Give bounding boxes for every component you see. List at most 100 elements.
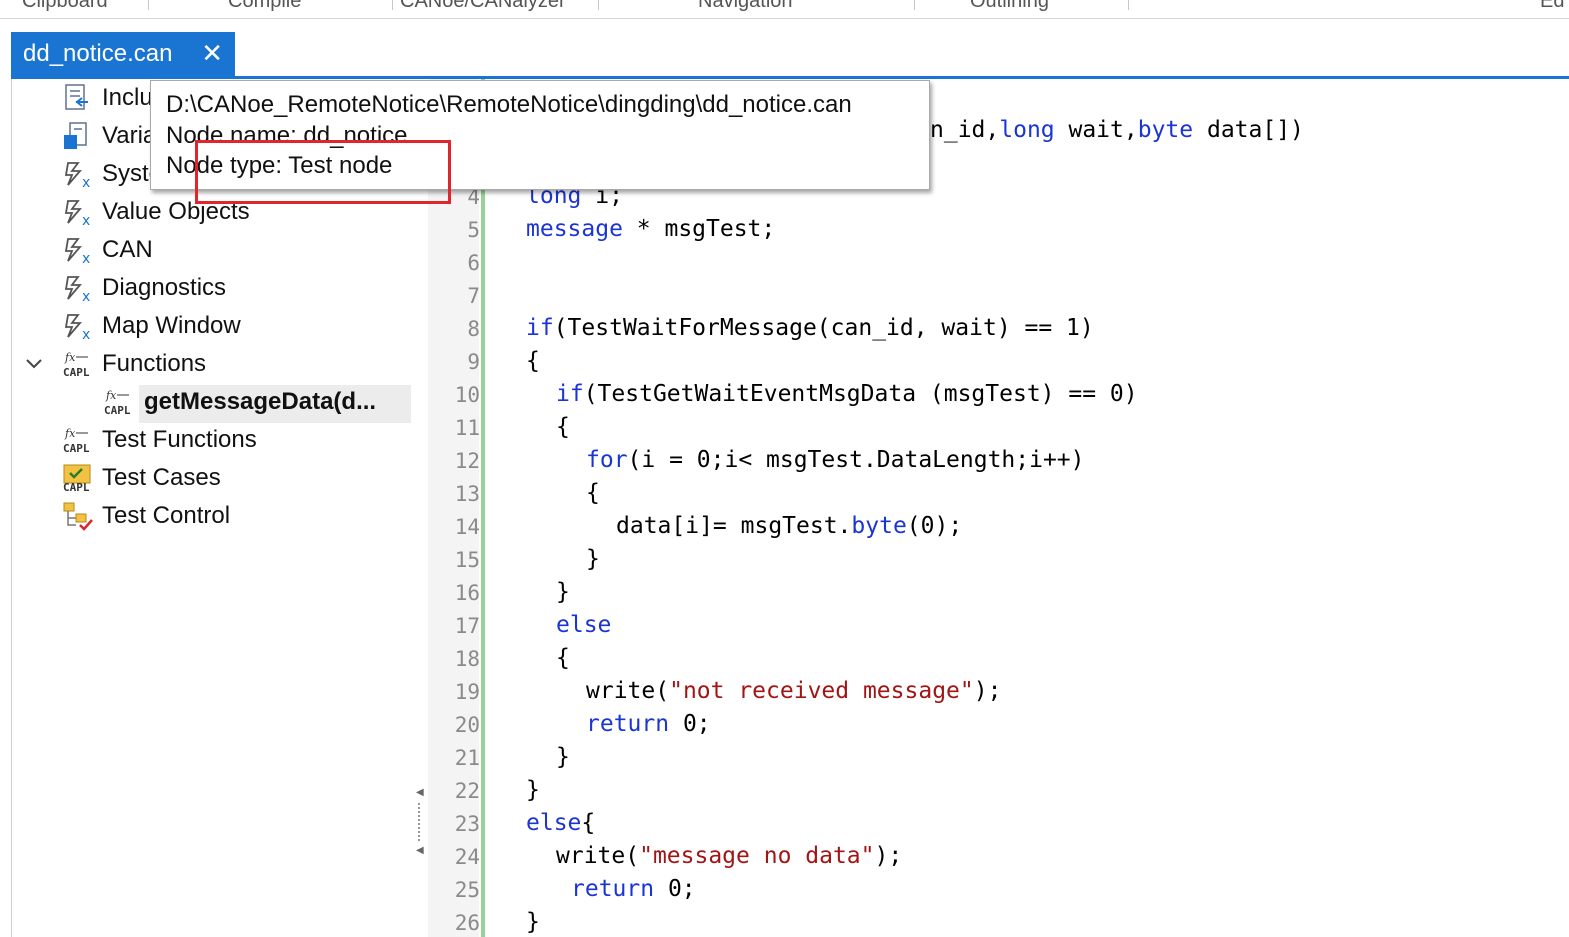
code-text: (TestGetWaitEventMsgData (msgTest) == 0) [583, 381, 1138, 407]
code-keyword: else [556, 612, 612, 638]
collapse-arrow-icon[interactable]: ◀ [416, 845, 424, 856]
line-number: 19 [454, 680, 480, 704]
svg-text:x: x [82, 327, 90, 341]
code-keyword: if [556, 381, 584, 407]
tree-item-label: getMessageData(d... [144, 388, 377, 415]
tree-item-label: Inclu [102, 84, 153, 111]
includes-icon [62, 83, 96, 115]
diagnostics-icon: x [62, 273, 96, 305]
code-text: 0; [669, 711, 711, 737]
close-icon[interactable]: ✕ [201, 40, 223, 66]
ribbon-separator [914, 0, 915, 10]
tree-item-label: Test Control [102, 502, 231, 529]
svg-text:CAPL: CAPL [63, 481, 90, 493]
code-keyword: if [526, 315, 554, 341]
code-text: (0); [906, 513, 963, 539]
code-text: data[i]= msgTest. [616, 513, 852, 539]
svg-text:CAPL: CAPL [104, 404, 131, 417]
test-control-icon [62, 501, 96, 533]
line-number: 22 [454, 779, 480, 803]
ribbon-separator [1128, 0, 1129, 10]
code-string: "not received message" [669, 678, 974, 704]
line-number: 21 [454, 746, 480, 770]
code-text: (TestWaitForMessage(can_id, wait) == 1) [553, 315, 1094, 341]
code-text: } [556, 579, 570, 605]
code-text: { [526, 348, 540, 374]
code-text: } [556, 744, 570, 770]
tree-item-label: Varia [102, 122, 157, 149]
svg-text:CAPL: CAPL [63, 366, 90, 379]
ribbon-group-compile[interactable]: Compile [228, 0, 301, 13]
document-tab[interactable]: dd_notice.can ✕ [11, 32, 235, 76]
code-line: if(TestWaitForMessage(can_id, wait) == 1… [526, 315, 1094, 341]
svg-text:x: x [82, 175, 90, 189]
outline-tree-panel: Inclu Varia x Syste x Value Objects x CA… [11, 79, 413, 937]
ribbon-group-outlining[interactable]: Outlining [970, 0, 1049, 13]
line-number: 6 [467, 251, 480, 275]
line-number: 9 [467, 350, 480, 374]
system-icon: x [62, 159, 96, 191]
line-number: 8 [467, 317, 480, 341]
code-keyword: byte [851, 513, 907, 539]
line-number: 16 [454, 581, 480, 605]
ribbon-group-canoe[interactable]: CANoe/CANalyzer [400, 0, 566, 13]
code-keyword: else [526, 810, 582, 836]
code-string: "message no data" [639, 843, 875, 869]
svg-text:x: x [82, 289, 90, 303]
chevron-down-icon[interactable] [24, 353, 44, 379]
ribbon-group-edit[interactable]: Ed [1540, 0, 1564, 13]
code-line: else [556, 612, 611, 638]
tree-item-label: Test Cases [102, 464, 221, 491]
tree-item-label: CAN [102, 236, 153, 263]
code-line: { [556, 414, 570, 440]
code-line: else{ [526, 810, 595, 836]
can-icon: x [62, 235, 96, 267]
collapse-arrow-icon[interactable]: ◀ [416, 787, 424, 798]
splitter-grip[interactable] [418, 803, 422, 841]
ribbon-separator [598, 0, 599, 10]
ribbon-group-clipboard[interactable]: Clipboard [22, 0, 108, 13]
svg-text:CAPL: CAPL [63, 442, 90, 455]
capl-functions-icon: fx CAPL [62, 349, 96, 381]
code-text: 0; [654, 876, 696, 902]
tree-item-label: Diagnostics [102, 274, 227, 301]
tree-item-label: Test Functions [102, 426, 257, 453]
code-line: } [526, 909, 540, 935]
code-line: n_id,long wait,byte data[]) [930, 117, 1304, 143]
capl-function-icon: fx CAPL [103, 387, 137, 419]
code-text: write( [556, 843, 640, 869]
code-text: wait, [1054, 117, 1138, 143]
line-number: 15 [454, 548, 480, 572]
change-marker-bar [481, 79, 485, 937]
ribbon-separator [392, 0, 393, 10]
code-line: { [526, 348, 540, 374]
code-text: } [526, 777, 540, 803]
line-number: 13 [454, 482, 480, 506]
code-text: { [581, 810, 596, 836]
svg-text:x: x [82, 213, 90, 227]
code-keyword: return [571, 876, 655, 902]
code-text: (i = 0;i< msgTest.DataLength;i++) [627, 447, 1085, 473]
line-number: 14 [454, 515, 480, 539]
line-number: 7 [467, 284, 480, 308]
document-tab-title: dd_notice.can [23, 40, 173, 67]
line-number: 20 [454, 713, 480, 737]
line-number: 18 [454, 647, 480, 671]
code-line: } [556, 579, 570, 605]
tree-item-label: Map Window [102, 312, 241, 339]
code-line: data[i]= msgTest.byte(0); [616, 513, 962, 539]
code-keyword: byte [1137, 117, 1194, 143]
panel-splitter[interactable]: ◀ ◀ [412, 79, 428, 937]
code-line: } [526, 777, 540, 803]
line-number: 24 [454, 845, 480, 869]
capl-test-functions-icon: fx CAPL [62, 425, 96, 457]
ribbon-group-navigation[interactable]: Navigation [698, 0, 793, 13]
ribbon-separator [148, 0, 149, 10]
line-number: 11 [454, 416, 480, 440]
code-text: } [586, 546, 600, 572]
code-keyword: return [586, 711, 670, 737]
line-number: 23 [454, 812, 480, 836]
code-text: { [556, 645, 570, 671]
code-editor[interactable]: 4 5 6 7 8 9 10 11 12 13 14 15 16 17 18 1… [428, 79, 1569, 937]
test-cases-icon: CAPL [62, 463, 96, 495]
